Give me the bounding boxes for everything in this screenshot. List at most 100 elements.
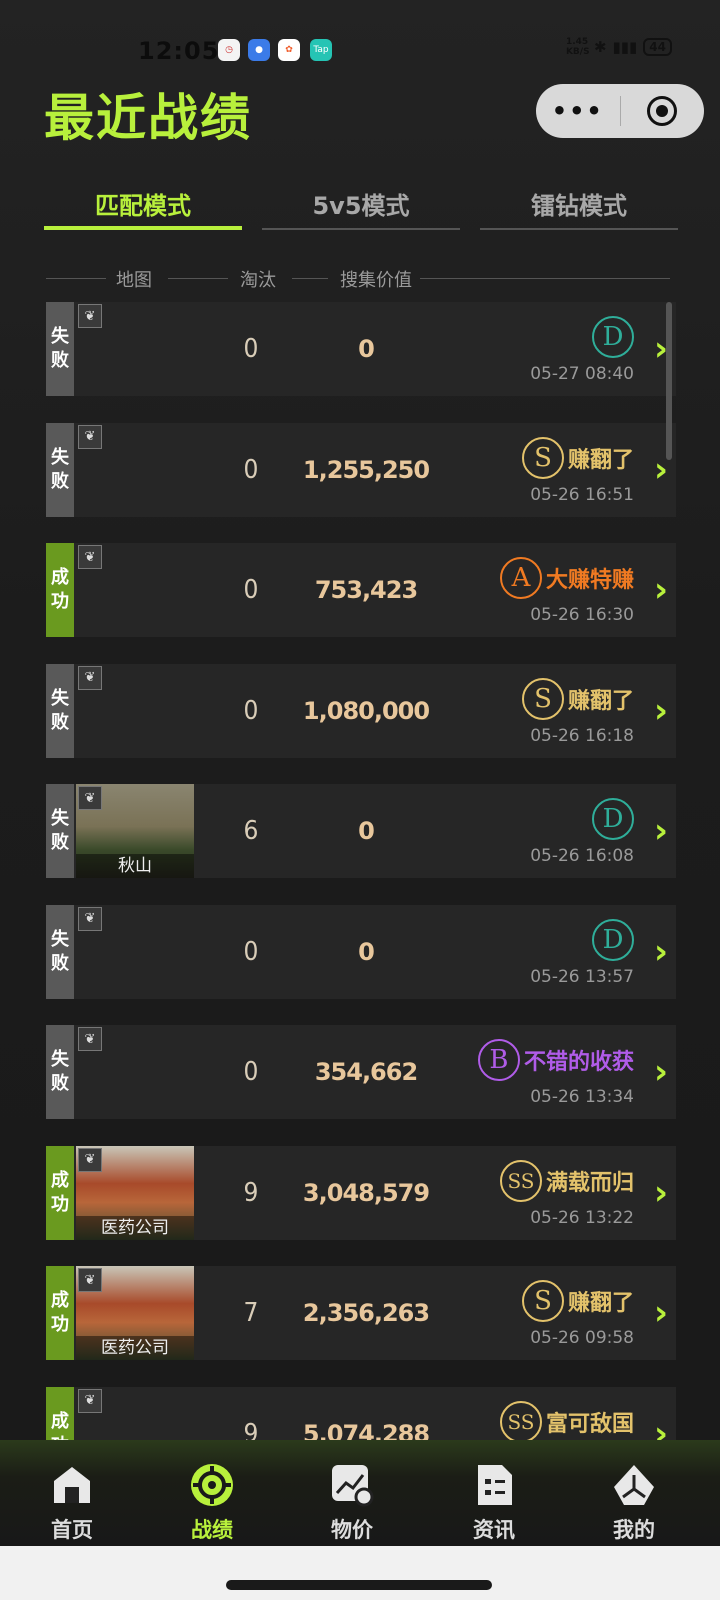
status-time: 12:05 (138, 37, 220, 65)
grade: S 赚翻了 (521, 1280, 634, 1322)
result-char: 失 (51, 687, 69, 709)
result-char: 成 (51, 1169, 69, 1191)
collected-value: 0 (358, 937, 375, 966)
operator-badge-icon: ❦ (78, 304, 102, 328)
collected-value: 753,423 (314, 576, 418, 604)
record-row[interactable]: 成 功 ❦ 医药公司 7 2,356,263 S 赚翻了 05-26 09:58… (46, 1266, 676, 1360)
result-char: 败 (51, 1073, 69, 1094)
tab-5v5-mode[interactable]: 5v5模式 (262, 186, 460, 230)
record-row[interactable]: 失 败 ❦ 0 1,255,250 S 赚翻了 05-26 16:51 › (46, 422, 676, 517)
chevron-right-icon[interactable]: › (654, 1174, 668, 1212)
grade-text: 满载而归 (545, 1170, 634, 1196)
record-time: 05-26 13:22 (530, 1207, 634, 1228)
result-char: 失 (51, 928, 69, 950)
price-chart-icon (329, 1462, 375, 1508)
grade: SS 富可敌国 (499, 1400, 634, 1443)
nav-home[interactable]: 首页 (22, 1462, 122, 1544)
scrollbar[interactable] (666, 302, 672, 460)
news-icon (471, 1462, 517, 1508)
record-row[interactable]: 失 败 ❦ 0 0 D 05-27 08:40 › (46, 302, 676, 396)
result-char: 败 (51, 711, 69, 733)
nav-label: 首页 (51, 1518, 93, 1542)
operator-badge-icon: ❦ (78, 1147, 102, 1172)
tab-label: 镭钻模式 (531, 192, 627, 220)
map-name: 医药公司 (76, 1336, 194, 1360)
close-button[interactable] (621, 96, 705, 126)
chevron-right-icon[interactable]: › (654, 571, 668, 609)
record-row[interactable]: 失 败 ❦ 秋山 6 0 D 05-26 16:08 › (46, 784, 676, 878)
result-badge: 失 败 (46, 302, 74, 396)
page-title: 最近战绩 (44, 89, 252, 147)
record-row[interactable]: 成 功 ❦ 0 753,423 A 大赚特赚 05-26 16:30 › (46, 543, 676, 637)
record-time: 05-26 16:30 (530, 605, 634, 625)
nav-records[interactable]: 战绩 (162, 1462, 262, 1544)
record-row[interactable]: 失 败 ❦ 0 0 D 05-26 13:57 › (46, 904, 676, 999)
map-thumbnail: ❦ (76, 905, 194, 999)
target-close-icon (647, 96, 678, 126)
elimination-count: 7 (243, 1298, 259, 1328)
elimination-count: 6 (243, 816, 259, 846)
collected-value: 1,255,250 (302, 455, 430, 484)
tab-label: 匹配模式 (95, 192, 191, 220)
tab-match-mode[interactable]: 匹配模式 (44, 186, 242, 230)
battery-icon: 44 (643, 38, 672, 56)
map-name: 秋山 (76, 854, 194, 878)
collected-value: 0 (358, 335, 375, 363)
map-thumbnail: ❦ (76, 664, 194, 758)
operator-badge-icon: ❦ (78, 665, 102, 690)
chevron-right-icon[interactable]: › (654, 1053, 668, 1091)
elimination-count: 9 (243, 1177, 259, 1208)
result-badge: 成 功 (46, 1266, 74, 1360)
grade-text: 赚翻了 (567, 1291, 634, 1316)
nav-prices[interactable]: 物价 (302, 1462, 402, 1544)
map-thumbnail: ❦ 医药公司 (76, 1145, 194, 1240)
result-badge: 失 败 (46, 904, 74, 999)
record-row[interactable]: 成 功 ❦ 医药公司 9 3,048,579 SS 满载而归 05-26 13:… (46, 1145, 676, 1240)
record-time: 05-27 08:40 (530, 364, 634, 384)
tab-label: 5v5模式 (312, 192, 410, 220)
map-thumbnail: ❦ (76, 1025, 194, 1119)
record-row[interactable]: 失 败 ❦ 0 354,662 B 不错的收获 05-26 13:34 › (46, 1025, 676, 1119)
operator-badge-icon: ❦ (78, 1388, 102, 1413)
nav-profile[interactable]: 我的 (584, 1462, 684, 1544)
bottom-navigation: 首页 战绩 物价 资讯 我的 (0, 1440, 720, 1546)
grade-letter: S (521, 677, 564, 720)
chevron-right-icon[interactable]: › (654, 812, 668, 850)
result-char: 败 (51, 350, 69, 371)
result-badge: 失 败 (46, 1025, 74, 1119)
home-icon (49, 1462, 95, 1508)
grade: D (592, 798, 634, 840)
grade-text: 不错的收获 (523, 1050, 634, 1075)
result-char: 失 (51, 1049, 69, 1070)
elimination-count: 0 (243, 575, 259, 605)
result-char: 失 (51, 446, 69, 468)
operator-badge-icon: ❦ (78, 545, 102, 569)
nav-news[interactable]: 资讯 (444, 1462, 544, 1544)
record-time: 05-26 13:57 (530, 966, 634, 987)
mode-tabs: 匹配模式 5v5模式 镭钻模式 (44, 186, 678, 230)
collected-value: 3,048,579 (302, 1178, 430, 1207)
grade: B 不错的收获 (477, 1039, 634, 1081)
more-button[interactable]: ••• (536, 97, 620, 125)
chevron-right-icon[interactable]: › (654, 1294, 668, 1332)
tab-radium-mode[interactable]: 镭钻模式 (480, 186, 678, 230)
result-badge: 失 败 (46, 784, 74, 878)
record-row[interactable]: 成 功 ❦ 9 5,074,288 SS 富可敌国 › (46, 1386, 676, 1481)
elimination-count: 0 (243, 1057, 259, 1087)
record-time: 05-26 13:34 (530, 1087, 634, 1107)
flower-app-icon: ✿ (278, 39, 300, 61)
status-bar: 12:05 ◷ ● ✿ Tap 1.45 KB/S ✱ ▮▮▮ 44 (0, 34, 720, 68)
grade-letter: S (521, 436, 564, 479)
grade: D (592, 316, 634, 358)
grade: SS 满载而归 (499, 1159, 634, 1202)
map-thumbnail: ❦ 秋山 (76, 784, 194, 878)
gesture-bar (0, 1546, 720, 1600)
chevron-right-icon[interactable]: › (654, 692, 668, 730)
record-row[interactable]: 失 败 ❦ 0 1,080,000 S 赚翻了 05-26 16:18 › (46, 663, 676, 758)
elimination-count: 0 (243, 334, 259, 364)
grade-letter: D (592, 798, 634, 840)
app-notification-icon: ● (248, 39, 270, 61)
operator-badge-icon: ❦ (78, 906, 102, 931)
home-indicator[interactable] (226, 1580, 492, 1590)
chevron-right-icon[interactable]: › (654, 933, 668, 971)
